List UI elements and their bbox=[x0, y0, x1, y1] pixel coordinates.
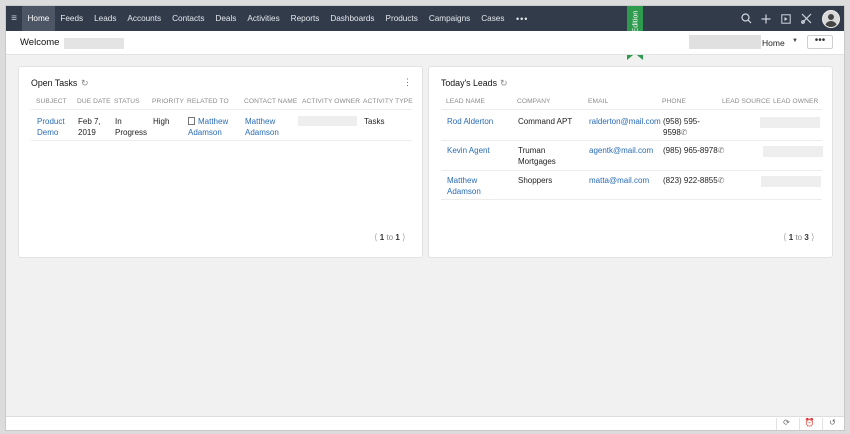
priority-value: High bbox=[153, 117, 170, 126]
next-page-icon[interactable]: ⟩ bbox=[402, 232, 406, 242]
lead-owner-redacted bbox=[760, 117, 820, 128]
tab-feeds[interactable]: Feeds bbox=[55, 6, 89, 31]
more-options-button[interactable]: ••• bbox=[807, 35, 833, 49]
tools-icon[interactable] bbox=[796, 6, 816, 31]
history-icon[interactable]: ↺ bbox=[822, 418, 842, 430]
tab-home[interactable]: Home bbox=[22, 6, 55, 31]
phone-icon[interactable]: ✆ bbox=[681, 128, 688, 137]
col-email[interactable]: EMAIL bbox=[588, 98, 608, 105]
activity-type-value: Tasks bbox=[364, 117, 385, 126]
row-divider bbox=[441, 140, 822, 141]
nav-right-tools bbox=[736, 6, 844, 31]
header-divider bbox=[31, 109, 412, 110]
pagination: ⟨ 1 to 1 ⟩ bbox=[374, 232, 406, 242]
lead-name-link[interactable]: Kevin Agent bbox=[447, 145, 490, 156]
next-page-icon[interactable]: ⟩ bbox=[811, 232, 815, 242]
redacted-block bbox=[689, 35, 761, 49]
phone-value: (985) 965-8978✆ bbox=[663, 146, 725, 155]
col-priority[interactable]: PRIORITY bbox=[152, 98, 184, 105]
refresh-icon[interactable]: ↻ bbox=[500, 78, 508, 89]
header-divider bbox=[441, 109, 822, 110]
col-due-date[interactable]: DUE DATE bbox=[77, 98, 111, 105]
bottom-bar: ⟳ ⏰ ↺ bbox=[6, 416, 844, 430]
col-subject[interactable]: SUBJECT bbox=[36, 98, 67, 105]
home-view-select[interactable]: Home bbox=[762, 38, 785, 48]
welcome-label: Welcome bbox=[20, 37, 60, 48]
phone-icon[interactable]: ✆ bbox=[718, 146, 725, 155]
more-tabs-button[interactable]: ••• bbox=[510, 14, 534, 24]
tab-reports[interactable]: Reports bbox=[285, 6, 325, 31]
company-value: Shoppers bbox=[518, 176, 553, 185]
todays-leads-title: Today's Leads bbox=[441, 78, 497, 88]
col-related-to[interactable]: RELATED TO bbox=[187, 98, 229, 105]
company-value: Command APT bbox=[518, 117, 573, 126]
col-contact-name[interactable]: CONTACT NAME bbox=[244, 98, 297, 105]
chevron-down-icon[interactable]: ▼ bbox=[792, 38, 798, 44]
col-phone[interactable]: PHONE bbox=[662, 98, 686, 105]
app-window: ≡ Home Feeds Leads Accounts Contacts Dea… bbox=[5, 5, 845, 431]
tab-deals[interactable]: Deals bbox=[210, 6, 242, 31]
search-icon[interactable] bbox=[736, 6, 756, 31]
email-link[interactable]: agentk@mail.com bbox=[589, 145, 653, 156]
sync-icon[interactable]: ⟳ bbox=[776, 418, 796, 430]
tab-products[interactable]: Products bbox=[380, 6, 423, 31]
row-divider bbox=[441, 170, 822, 171]
open-tasks-card: Open Tasks ↻ ⋮ SUBJECT DUE DATE STATUS P… bbox=[18, 66, 423, 258]
feedback-icon[interactable] bbox=[776, 6, 796, 31]
row-divider bbox=[31, 140, 412, 141]
lead-name-link[interactable]: Rod Alderton bbox=[447, 116, 493, 127]
tab-accounts[interactable]: Accounts bbox=[122, 6, 167, 31]
user-name-redacted bbox=[64, 38, 124, 49]
lead-name-link[interactable]: Matthew Adamson bbox=[447, 175, 481, 197]
alarm-icon[interactable]: ⏰ bbox=[799, 418, 819, 430]
email-link[interactable]: matta@mail.com bbox=[589, 175, 649, 186]
phone-icon[interactable]: ✆ bbox=[718, 176, 725, 185]
tab-activities[interactable]: Activities bbox=[242, 6, 285, 31]
subject-link[interactable]: Product Demo bbox=[37, 116, 65, 138]
tab-leads[interactable]: Leads bbox=[89, 6, 122, 31]
todays-leads-card: Today's Leads ↻ LEAD NAME COMPANY EMAIL … bbox=[428, 66, 833, 258]
tab-dashboards[interactable]: Dashboards bbox=[325, 6, 380, 31]
lead-owner-redacted bbox=[761, 176, 821, 187]
top-nav: ≡ Home Feeds Leads Accounts Contacts Dea… bbox=[6, 6, 844, 31]
pagination: ⟨ 1 to 3 ⟩ bbox=[783, 232, 815, 242]
col-company[interactable]: COMPANY bbox=[517, 98, 551, 105]
tab-campaigns[interactable]: Campaigns bbox=[423, 6, 475, 31]
lead-owner-redacted bbox=[763, 146, 823, 157]
col-activity-owner[interactable]: ACTIVITY OWNER bbox=[302, 98, 360, 105]
tab-cases[interactable]: Cases bbox=[476, 6, 510, 31]
hamburger-icon[interactable]: ≡ bbox=[6, 6, 22, 31]
prev-page-icon[interactable]: ⟨ bbox=[374, 232, 378, 242]
user-avatar[interactable] bbox=[822, 9, 840, 28]
col-lead-source[interactable]: LEAD SOURCE bbox=[722, 98, 770, 105]
col-activity-type[interactable]: ACTIVITY TYPE bbox=[363, 98, 413, 105]
activity-owner-redacted bbox=[298, 116, 357, 126]
open-tasks-title: Open Tasks bbox=[31, 78, 78, 88]
refresh-icon[interactable]: ↻ bbox=[81, 78, 89, 89]
add-icon[interactable] bbox=[756, 6, 776, 31]
related-to-link[interactable]: Matthew Adamson bbox=[188, 116, 228, 138]
phone-value: (958) 595- 9598✆ bbox=[663, 117, 700, 137]
document-icon bbox=[188, 117, 195, 125]
tab-contacts[interactable]: Contacts bbox=[167, 6, 210, 31]
col-status[interactable]: STATUS bbox=[114, 98, 140, 105]
row-divider bbox=[441, 199, 822, 200]
due-date: Feb 7, 2019 bbox=[78, 117, 101, 137]
email-link[interactable]: ralderton@mail.com bbox=[589, 116, 661, 127]
col-lead-owner[interactable]: LEAD OWNER bbox=[773, 98, 818, 105]
company-value: Truman Mortgages bbox=[518, 146, 556, 166]
status-value: In Progress bbox=[115, 117, 148, 137]
contact-name-link[interactable]: Matthew Adamson bbox=[245, 116, 279, 138]
col-lead-name[interactable]: LEAD NAME bbox=[446, 98, 485, 105]
kebab-icon[interactable]: ⋮ bbox=[403, 77, 412, 88]
phone-value: (823) 922-8855✆ bbox=[663, 176, 725, 185]
welcome-bar: Welcome Home ▼ ••• bbox=[6, 31, 844, 55]
prev-page-icon[interactable]: ⟨ bbox=[783, 232, 787, 242]
